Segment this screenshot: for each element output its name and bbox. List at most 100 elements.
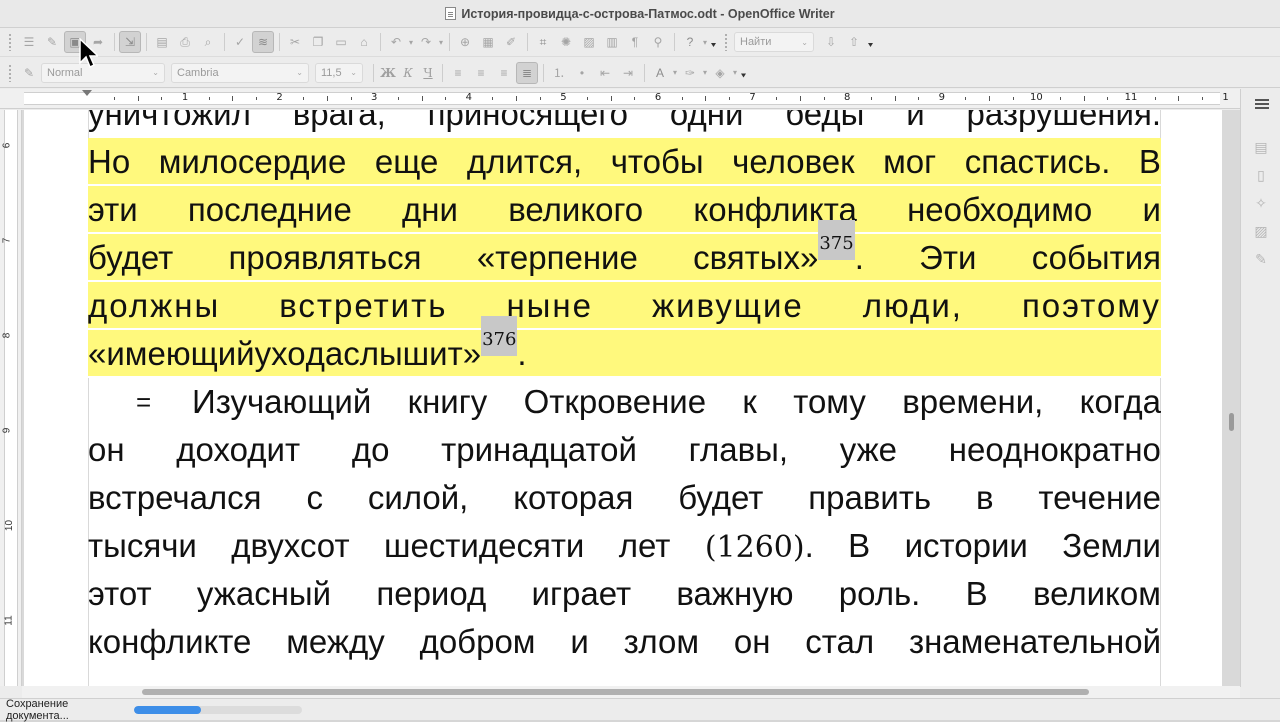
ruler-tick — [114, 97, 116, 100]
properties-icon[interactable]: ▤ — [1253, 139, 1269, 155]
page-icon[interactable]: ▯ — [1253, 167, 1269, 183]
help-dropdown-icon[interactable]: ▾ — [702, 31, 708, 53]
more-options-icon[interactable] — [868, 43, 873, 47]
ruler-tick — [303, 97, 305, 100]
toolbar-grip[interactable] — [8, 63, 12, 82]
highlighting-icon[interactable]: ✑ — [679, 62, 701, 84]
document-page[interactable]: уничтожил врага, приносящего одни беды и разру… — [24, 110, 1222, 686]
horizontal-scroll-thumb[interactable] — [142, 689, 1089, 695]
more-options-icon[interactable] — [741, 73, 746, 78]
increase-indent-icon[interactable]: ⇥ — [617, 62, 639, 84]
ruler-tick — [539, 97, 541, 100]
table-icon[interactable]: ▦ — [477, 31, 499, 53]
footnote-anchor[interactable]: 376 — [481, 316, 518, 356]
styles-icon[interactable]: ✎ — [18, 62, 40, 84]
hyperlink-icon[interactable]: ⊕ — [454, 31, 476, 53]
text-line[interactable]: он доходит до тринадцатой главы, уже неоднокра… — [88, 426, 1161, 474]
text-line[interactable]: = Изучающий книгу Откровение к тому времени, ко… — [88, 378, 1161, 426]
draw-functions-icon[interactable]: ✐ — [500, 31, 522, 53]
toolbar-grip[interactable] — [8, 33, 12, 51]
paragraph-style-combo[interactable]: Normal ⌄ — [41, 62, 165, 83]
zoom-icon[interactable]: ⚲ — [647, 31, 669, 53]
sidebar: ▤ ▯ ✧ ▨ ✎ — [1240, 89, 1280, 687]
font-name-combo[interactable]: Cambria ⌄ — [171, 62, 309, 83]
export-pdf-button[interactable]: ⇲ — [119, 31, 141, 53]
vertical-scrollbar[interactable] — [1226, 110, 1236, 686]
datasources-icon[interactable]: ▥ — [601, 31, 623, 53]
bullets-icon[interactable]: • — [571, 62, 593, 84]
print-icon[interactable]: ⎙ — [174, 31, 196, 53]
navigator-icon[interactable]: ☰ — [18, 31, 40, 53]
align-right-icon[interactable]: ≡ — [493, 62, 515, 84]
separator — [114, 33, 115, 51]
undo-dropdown-icon[interactable]: ▾ — [408, 31, 414, 53]
ruler-tick — [1201, 97, 1203, 100]
highlighting-dropdown-icon[interactable]: ▾ — [702, 62, 708, 84]
find-next-icon[interactable]: ⇩ — [820, 31, 842, 53]
toolbar-grip[interactable] — [724, 33, 728, 51]
formatting-marks-icon[interactable]: ¶ — [624, 31, 646, 53]
justify-button[interactable]: ≣ — [516, 61, 538, 84]
help-icon[interactable]: ? — [679, 31, 701, 53]
edit-file-icon[interactable]: ✎ — [41, 31, 63, 53]
ruler-tick — [1178, 96, 1180, 101]
styles-sidebar-icon[interactable]: ✧ — [1253, 195, 1269, 211]
clone-format-icon[interactable]: ⌂ — [353, 31, 375, 53]
word: между — [286, 623, 385, 660]
more-options-icon[interactable] — [711, 43, 716, 47]
document-area[interactable]: уничтожил врага, приносящего одни беды и разру… — [22, 110, 1240, 686]
horizontal-ruler[interactable]: 1 2 3 4 5 6 7 8 9 10 11 1 — [0, 89, 1240, 109]
numbering-icon[interactable]: ⒈ — [548, 62, 570, 84]
ruler-number: 9 — [938, 92, 945, 103]
align-left-icon[interactable]: ≡ — [447, 62, 469, 84]
decrease-indent-icon[interactable]: ⇤ — [594, 62, 616, 84]
print-direct-icon[interactable]: ▤ — [151, 31, 173, 53]
gallery-sidebar-icon[interactable]: ▨ — [1253, 223, 1269, 239]
font-color-dropdown-icon[interactable]: ▾ — [672, 62, 678, 84]
underline-button[interactable]: Ч — [418, 62, 438, 84]
highlighted-text-line[interactable]: Но милосердие еще длится, чтобы человек мог спа… — [88, 138, 1161, 186]
highlighted-text-line[interactable]: будет проявляться «терпение святых»375. Эти с… — [88, 220, 1161, 282]
highlighted-text-line[interactable]: должны встретить ныне живущие люди, поэтому — [88, 282, 1161, 330]
find-combo[interactable]: Найти ⌄ — [734, 32, 814, 52]
text-line[interactable]: тысячи двухсот шестидесяти лет (1260). Вистор… — [88, 522, 1161, 570]
highlighted-text-line[interactable]: эти последние дни великого конфликта необходи… — [88, 186, 1161, 234]
spellcheck-icon[interactable]: ✓ — [229, 31, 251, 53]
navigator-sidebar-icon[interactable]: ✎ — [1253, 251, 1269, 267]
redo-icon[interactable]: ↷ — [415, 31, 437, 53]
font-size-combo[interactable]: 11,5 ⌄ — [315, 62, 363, 83]
align-center-icon[interactable]: ≡ — [470, 62, 492, 84]
background-color-dropdown-icon[interactable]: ▾ — [732, 62, 738, 84]
undo-icon[interactable]: ↶ — [385, 31, 407, 53]
redo-dropdown-icon[interactable]: ▾ — [438, 31, 444, 53]
copy-icon[interactable]: ❐ — [307, 31, 329, 53]
vertical-ruler-page-area — [4, 110, 18, 686]
italic-button[interactable]: К — [398, 62, 418, 84]
ruler-tick — [1060, 97, 1062, 100]
find-replace-icon[interactable]: ⌗ — [532, 31, 554, 53]
vertical-ruler[interactable]: 6 7 8 9 10 11 — [0, 110, 22, 686]
document-text[interactable]: уничтожил врага, приносящего одни беды и разру… — [88, 110, 1161, 666]
text-line[interactable]: этот ужасный период играет важную роль. Ввелик… — [88, 570, 1161, 618]
indent-marker-icon[interactable] — [82, 90, 92, 96]
gallery-icon[interactable]: ▨ — [578, 31, 600, 53]
formatting-toolbar: ✎ Normal ⌄ Cambria ⌄ 11,5 ⌄ Ж К Ч ≡ ≡ ≡ … — [0, 58, 1280, 88]
bold-button[interactable]: Ж — [378, 62, 398, 84]
horizontal-scrollbar[interactable] — [22, 686, 1240, 698]
sidebar-menu-icon[interactable] — [1255, 99, 1269, 109]
line-text: тысячи двухсот шестидесяти лет (1260). Вистор… — [88, 522, 1161, 570]
vertical-scroll-thumb[interactable] — [1229, 413, 1234, 431]
print-preview-icon[interactable]: ⌕ — [197, 31, 219, 53]
text-line[interactable]: встречался с силой, которая будет править в теч… — [88, 474, 1161, 522]
autospellcheck-button[interactable]: ≋ — [252, 31, 274, 53]
font-color-icon[interactable]: A — [649, 62, 671, 84]
text-line[interactable]: уничтожил врага, приносящего одни беды и разру… — [88, 110, 1161, 138]
footnote-anchor[interactable]: 375 — [818, 220, 855, 260]
highlighted-text-line[interactable]: «имеющий ухо да слышит»376. — [88, 316, 1161, 378]
text-line[interactable]: конфликте между добром и злом он стал знаменате… — [88, 618, 1161, 666]
background-color-icon[interactable]: ◈ — [709, 62, 731, 84]
paste-icon[interactable]: ▭ — [330, 31, 352, 53]
find-previous-icon[interactable]: ⇧ — [843, 31, 865, 53]
cut-icon[interactable]: ✂ — [284, 31, 306, 53]
navigator-compass-icon[interactable]: ✺ — [555, 31, 577, 53]
